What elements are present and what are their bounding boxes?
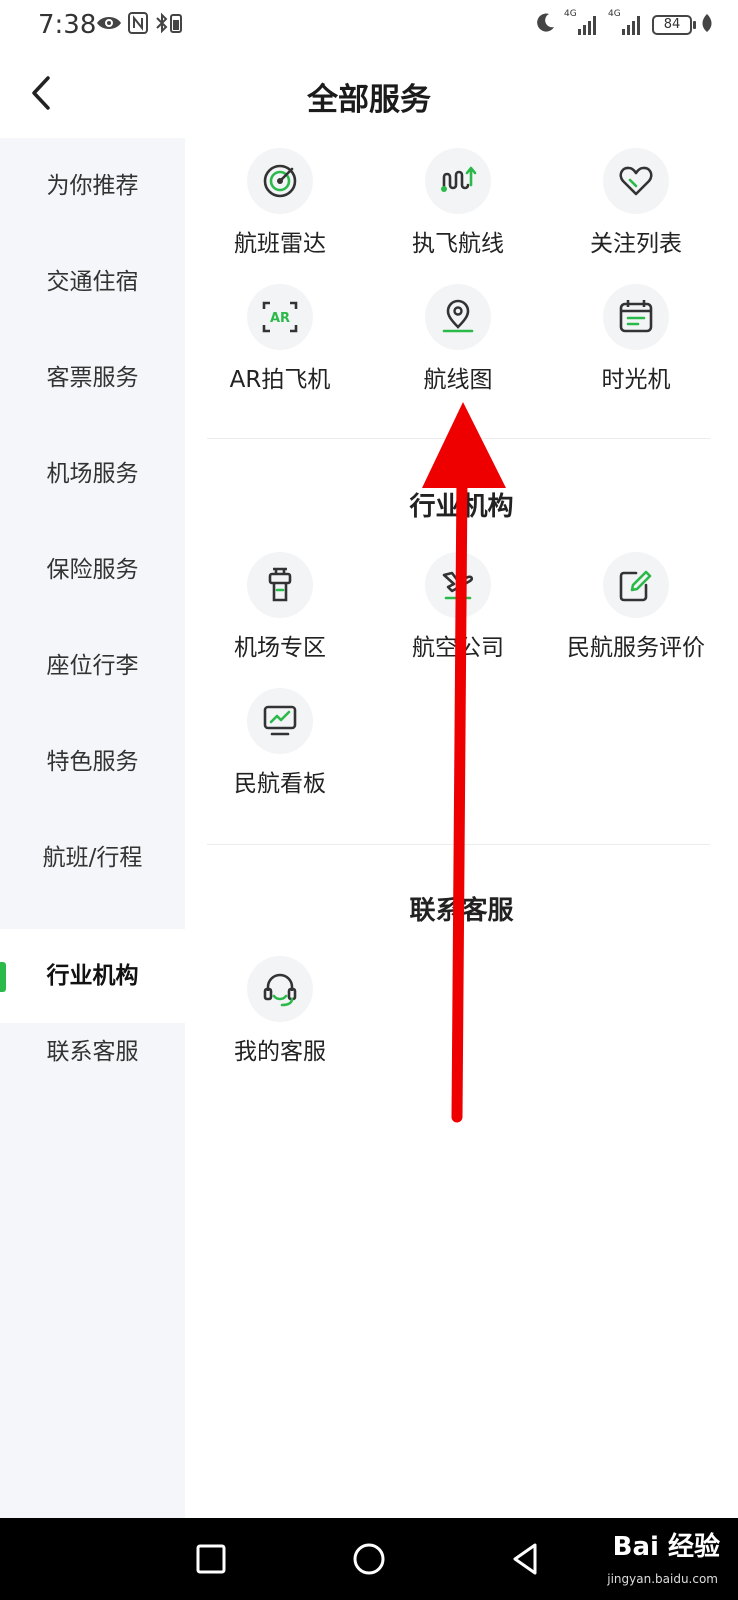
sidebar-item-airport[interactable]: 机场服务 [0, 426, 185, 522]
calendar-icon [603, 284, 669, 350]
sidebar-item-ticket[interactable]: 客票服务 [0, 330, 185, 426]
sidebar-item-flight[interactable]: 航班/行程 [0, 810, 185, 906]
control-tower-icon [247, 552, 313, 618]
service-dashboard[interactable]: 民航看板 [189, 688, 371, 798]
service-time-machine[interactable]: 时光机 [545, 284, 727, 394]
service-label: 关注列表 [590, 231, 682, 257]
sidebar: 为你推荐 交通住宿 客票服务 机场服务 保险服务 座位行李 特色服务 航班/行程… [0, 138, 185, 1518]
nfc-icon [128, 12, 148, 38]
sidebar-item-seat[interactable]: 座位行李 [0, 618, 185, 714]
service-label: 航空公司 [412, 635, 504, 661]
service-label: 航班雷达 [234, 231, 326, 257]
watermark: Bai 经验 [612, 1532, 720, 1562]
sidebar-item-insurance[interactable]: 保险服务 [0, 522, 185, 618]
service-airlines[interactable]: 航空公司 [367, 552, 549, 662]
service-evaluation[interactable]: 民航服务评价 [545, 552, 727, 662]
radar-icon [247, 148, 313, 214]
circle-icon [353, 1543, 385, 1575]
route-icon [425, 148, 491, 214]
service-flight-radar[interactable]: 航班雷达 [189, 148, 371, 258]
dashboard-icon [247, 688, 313, 754]
svg-text:AR: AR [270, 311, 290, 326]
sidebar-item-special[interactable]: 特色服务 [0, 714, 185, 810]
back-nav-button[interactable] [505, 1538, 547, 1580]
heart-icon [603, 148, 669, 214]
service-airport-zone[interactable]: 机场专区 [189, 552, 371, 662]
watermark-url: jingyan.baidu.com [607, 1572, 718, 1586]
bluetooth-battery-icon [154, 12, 184, 38]
divider [207, 438, 710, 439]
battery-indicator: 84 [652, 15, 696, 35]
service-ar-photo[interactable]: AR AR拍飞机 [189, 284, 371, 394]
service-label: 执飞航线 [412, 231, 504, 257]
service-label: AR拍飞机 [229, 367, 331, 393]
eye-icon [96, 13, 122, 37]
service-route-map[interactable]: 航线图 [367, 284, 549, 394]
airplane-icon [425, 552, 491, 618]
moon-icon [534, 12, 556, 38]
signal-label-2: 4G [608, 9, 621, 19]
leaf-icon [700, 13, 714, 37]
signal-label: 4G [564, 9, 577, 19]
edit-icon [603, 552, 669, 618]
active-indicator [0, 962, 6, 992]
sidebar-item-recommend[interactable]: 为你推荐 [0, 138, 185, 234]
home-button[interactable] [348, 1538, 390, 1580]
sidebar-item-transport[interactable]: 交通住宿 [0, 234, 185, 330]
service-label: 航线图 [423, 367, 493, 393]
headset-icon [247, 956, 313, 1022]
status-bar: 7:38 4G 4G 84 [0, 0, 738, 52]
square-icon [196, 1544, 226, 1574]
ar-icon: AR [247, 284, 313, 350]
recent-apps-button[interactable] [190, 1538, 232, 1580]
location-pin-icon [425, 284, 491, 350]
page-title: 全部服务 [307, 82, 431, 118]
service-grid: 航班雷达 执飞航线 关注列表 AR AR拍飞机 航线图 时光机 行业机构 机场专… [185, 138, 738, 1518]
section-title-industry: 行业机构 [409, 492, 514, 522]
service-watchlist[interactable]: 关注列表 [545, 148, 727, 258]
sidebar-item-contact[interactable]: 联系客服 [0, 1004, 185, 1100]
service-label: 民航服务评价 [567, 635, 705, 661]
header: 全部服务 [0, 52, 738, 136]
signal-icon: 4G [564, 9, 600, 37]
divider [207, 844, 710, 845]
service-label: 民航看板 [234, 771, 326, 797]
triangle-back-icon [513, 1543, 537, 1575]
service-routes[interactable]: 执飞航线 [367, 148, 549, 258]
section-title-contact: 联系客服 [409, 896, 514, 926]
service-my-support[interactable]: 我的客服 [189, 956, 371, 1066]
service-label: 我的客服 [234, 1039, 326, 1065]
service-label: 机场专区 [234, 635, 326, 661]
status-time: 7:38 [38, 10, 97, 40]
signal-icon-2: 4G [608, 9, 644, 37]
service-label: 时光机 [601, 367, 671, 393]
